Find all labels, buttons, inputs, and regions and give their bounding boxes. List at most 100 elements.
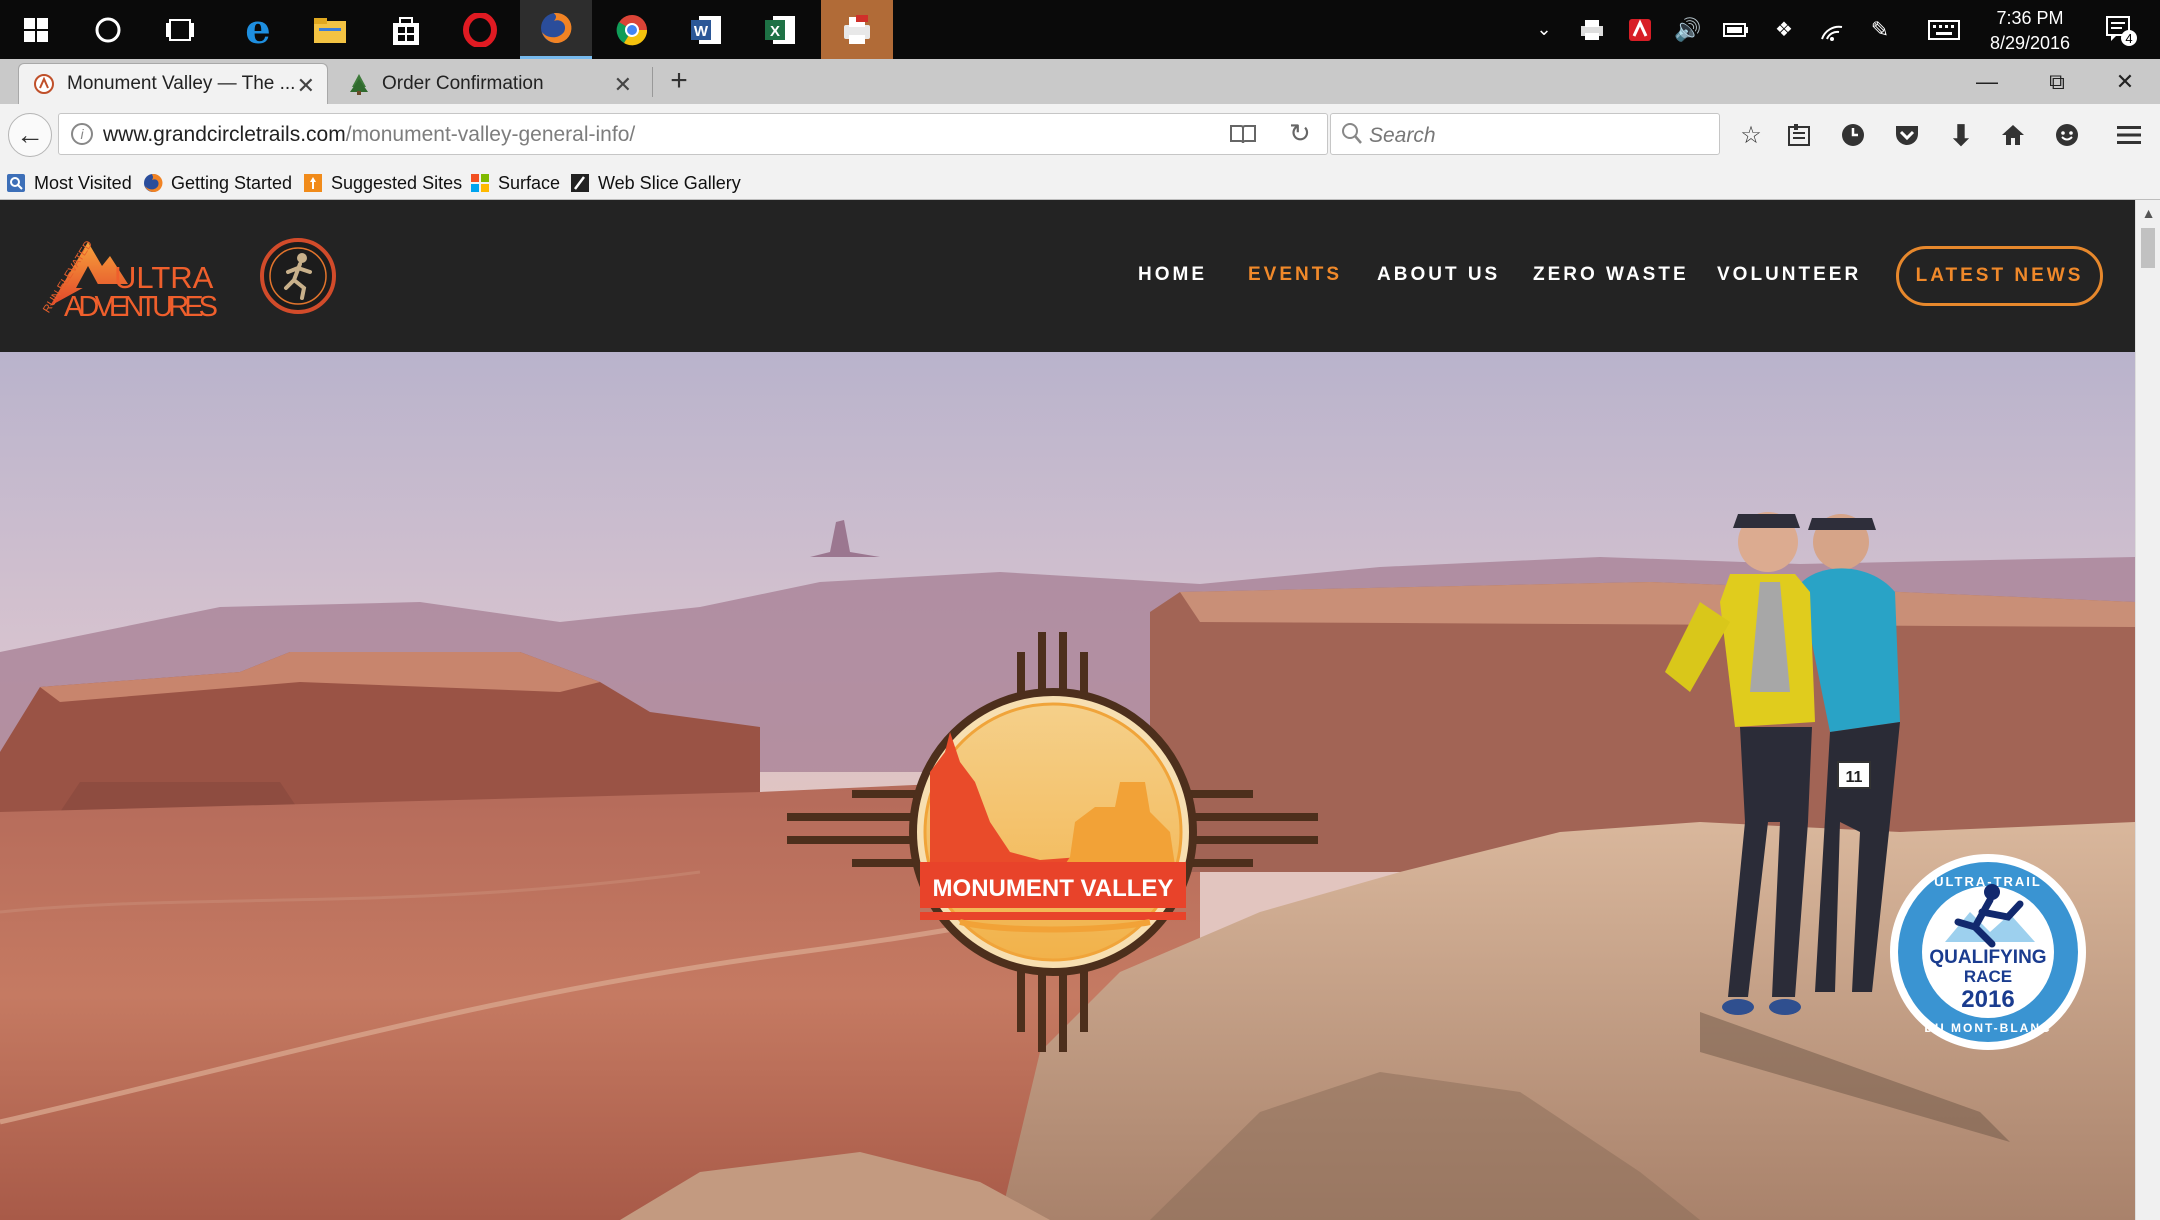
task-view-icon	[166, 18, 194, 41]
nav-events[interactable]: EVENTS	[1248, 264, 1342, 286]
badge-year: 2016	[1961, 986, 2014, 1013]
home-button[interactable]	[1996, 118, 2030, 152]
hello-button[interactable]	[2050, 118, 2084, 152]
bookmarks-menu-button[interactable]	[1782, 118, 1816, 152]
close-icon: ✕	[2115, 68, 2135, 94]
latest-news-button[interactable]: LATEST NEWS	[1896, 246, 2103, 306]
restore-icon: ⧉	[2049, 68, 2065, 94]
tab-title: Order Confirmation	[382, 72, 544, 94]
file-explorer-button[interactable]	[294, 0, 366, 59]
battery-icon	[1723, 22, 1748, 37]
start-button[interactable]	[0, 0, 72, 59]
utmb-qualifying-badge: ULTRA-TRAIL DU MONT-BLANC QUALIFYING RAC…	[1890, 854, 2086, 1050]
ultra-adventures-logo[interactable]: RUN ELEVATED ULTRA ADVENTURES	[30, 236, 230, 323]
nav-volunteer[interactable]: VOLUNTEER	[1717, 264, 1861, 286]
restore-button[interactable]: ⧉	[2022, 59, 2092, 104]
tab-monument-valley[interactable]: Monument Valley — The ... ✕	[18, 63, 328, 104]
url-path: /monument-valley-general-info/	[345, 123, 636, 146]
suggested-sites-icon	[304, 174, 322, 192]
bookmark-web-slice-gallery[interactable]: Web Slice Gallery	[570, 170, 741, 196]
open-menu-button[interactable]	[2112, 118, 2146, 152]
taskbar-clock[interactable]: 7:36 PM 8/29/2016	[1970, 6, 2090, 56]
chrome-button[interactable]	[596, 0, 668, 59]
svg-text:W: W	[694, 23, 709, 40]
reader-view-icon[interactable]	[1229, 122, 1257, 151]
url-host: www.grandcircletrails.com	[103, 123, 346, 146]
touch-keyboard-tray-icon[interactable]	[1920, 0, 1968, 59]
cortana-button[interactable]	[72, 0, 144, 59]
history-icon	[1842, 124, 1864, 146]
dropbox-tray-icon[interactable]: ❖	[1760, 0, 1808, 59]
word-button[interactable]: W	[670, 0, 742, 59]
bookmark-star-button[interactable]: ☆	[1734, 118, 1768, 152]
page-scrollbar[interactable]: ▲	[2135, 200, 2160, 1220]
printer-icon	[1581, 19, 1603, 40]
dropbox-icon: ❖	[1775, 19, 1793, 41]
task-view-button[interactable]	[144, 0, 216, 59]
bookmark-suggested-sites[interactable]: Suggested Sites	[303, 170, 462, 196]
url-text: www.grandcircletrails.com/monument-valle…	[103, 123, 635, 147]
edge-button[interactable]: e	[222, 0, 294, 59]
notification-count: 4	[2125, 31, 2132, 46]
clock-date: 8/29/2016	[1989, 33, 2071, 53]
bookmark-most-visited[interactable]: Most Visited	[6, 170, 132, 196]
chevron-up-icon: ⌄	[1536, 19, 1552, 39]
site-info-icon[interactable]: i	[71, 123, 93, 145]
store-icon	[393, 16, 419, 45]
search-box[interactable]: Search	[1330, 113, 1720, 155]
site-header: RUN ELEVATED ULTRA ADVENTURES HOME EVENT…	[0, 200, 2135, 352]
bookmark-surface[interactable]: Surface	[470, 170, 560, 196]
scroll-thumb[interactable]	[2141, 228, 2155, 268]
nav-about-us[interactable]: ABOUT US	[1377, 264, 1500, 286]
history-button[interactable]	[1836, 118, 1870, 152]
excel-button[interactable]: X	[744, 0, 816, 59]
tree-favicon-icon	[348, 73, 370, 95]
clock-time: 7:36 PM	[1996, 8, 2064, 28]
show-hidden-icons-button[interactable]: ⌄	[1520, 0, 1568, 59]
most-visited-icon	[7, 174, 25, 192]
action-center-button[interactable]: 4	[2090, 0, 2150, 59]
url-bar[interactable]: i www.grandcircletrails.com/monument-val…	[58, 113, 1328, 155]
bookmark-getting-started[interactable]: Getting Started	[143, 170, 292, 196]
pocket-button[interactable]	[1890, 118, 1924, 152]
windows-taskbar: e W X ⌄ 🔊 ❖ ✎ 7:36 PM 8/29/2016 4	[0, 0, 2160, 59]
search-icon	[1341, 122, 1363, 151]
minimize-button[interactable]: —	[1952, 59, 2022, 104]
opera-button[interactable]	[444, 0, 516, 59]
bookmarks-toolbar: Most Visited Getting Started Suggested S…	[0, 166, 2160, 200]
word-icon: W	[691, 15, 721, 44]
tab-order-confirmation[interactable]: Order Confirmation ✕	[334, 63, 644, 104]
race-bib: 11	[1846, 769, 1863, 786]
battery-tray-icon[interactable]	[1712, 0, 1760, 59]
antivirus-tray-icon[interactable]	[1616, 0, 1664, 59]
runner-badge-logo[interactable]	[258, 236, 338, 316]
printer-tray-icon[interactable]	[1568, 0, 1616, 59]
home-icon	[2002, 125, 2024, 145]
wifi-tray-icon[interactable]	[1808, 0, 1856, 59]
downloads-button[interactable]: ⬇	[1944, 118, 1978, 152]
bookmark-label: Web Slice Gallery	[598, 172, 741, 193]
speaker-icon: 🔊	[1674, 16, 1702, 42]
minimize-icon: —	[1976, 68, 1998, 94]
tab-close-icon[interactable]: ✕	[297, 73, 315, 99]
scroll-up-arrow-icon[interactable]: ▲	[2136, 200, 2160, 226]
nav-zero-waste[interactable]: ZERO WASTE	[1533, 264, 1689, 286]
firefox-button[interactable]	[520, 0, 592, 59]
bookmark-label: Surface	[498, 172, 561, 193]
store-button[interactable]	[370, 0, 442, 59]
new-tab-button[interactable]: +	[660, 61, 698, 101]
nav-home[interactable]: HOME	[1138, 264, 1207, 286]
pen-tray-icon[interactable]: ✎	[1856, 0, 1904, 59]
close-window-button[interactable]: ✕	[2090, 59, 2160, 104]
notifications-icon: 4	[2106, 15, 2137, 46]
wifi-icon	[1821, 25, 1843, 41]
pdf-printer-button[interactable]	[821, 0, 893, 59]
excel-icon: X	[765, 15, 795, 44]
browser-tab-bar: Monument Valley — The ... ✕ Order Confir…	[0, 59, 2160, 104]
back-button[interactable]: ←	[8, 113, 52, 157]
badge-bottom-text: DU MONT-BLANC	[1924, 1021, 2051, 1035]
volume-tray-icon[interactable]: 🔊	[1664, 0, 1712, 59]
tab-close-icon[interactable]: ✕	[614, 72, 632, 98]
pdf-printer-icon	[844, 14, 870, 44]
reload-icon[interactable]: ↻	[1289, 118, 1311, 149]
